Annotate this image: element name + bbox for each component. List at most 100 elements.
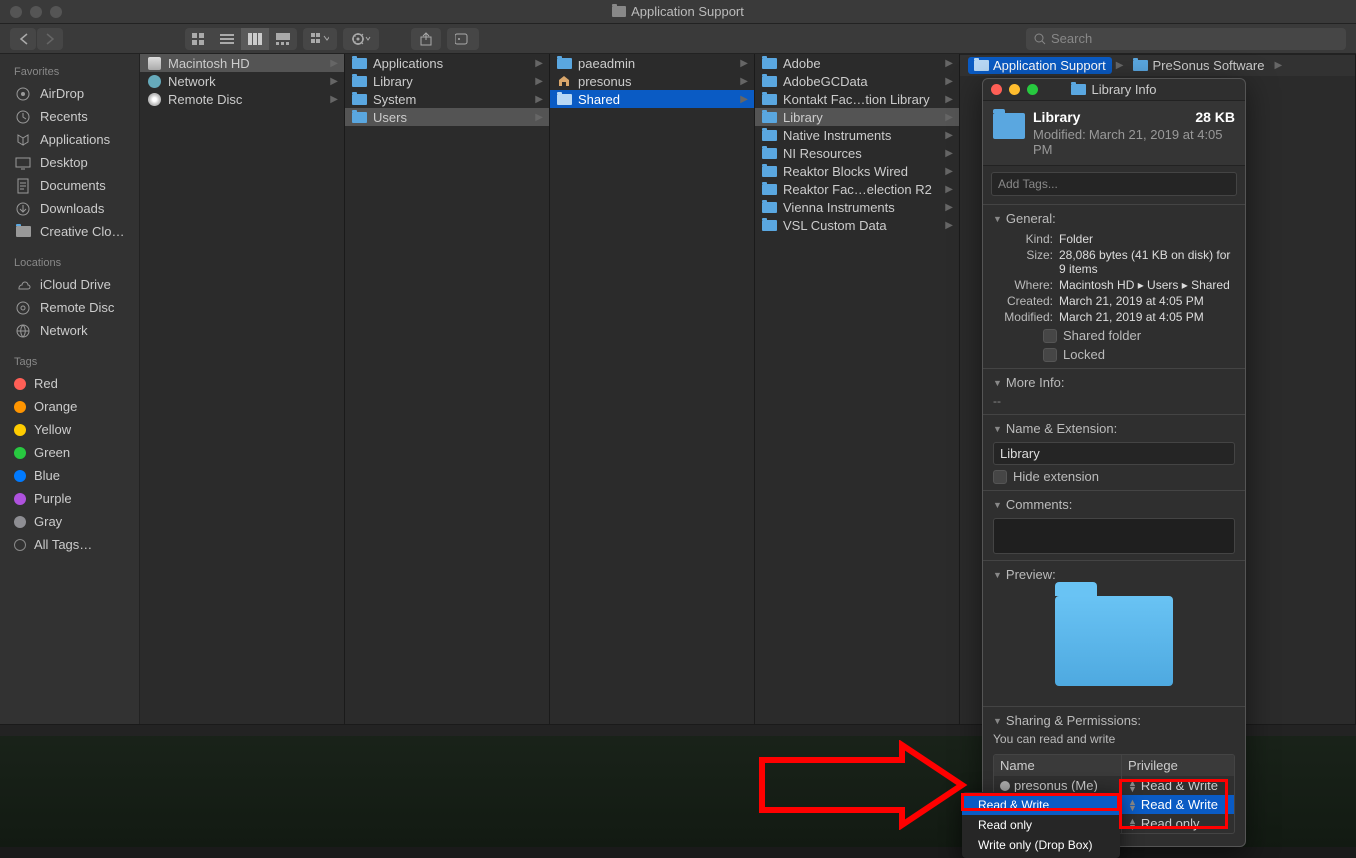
sidebar-item-purple[interactable]: Purple [0,487,139,510]
sharing-section-header[interactable]: ▼Sharing & Permissions: [993,713,1235,728]
gallery-view-button[interactable] [269,28,297,50]
sidebar-item-red[interactable]: Red [0,372,139,395]
sidebar-item-desktop[interactable]: Desktop [0,151,139,174]
chevron-right-icon: ▶ [535,58,543,69]
more-info-section-header[interactable]: ▼More Info: [993,375,1235,390]
preview-area [993,582,1235,700]
sidebar-item-airdrop[interactable]: AirDrop [0,82,139,105]
list-view-button[interactable] [213,28,241,50]
column-item[interactable]: VSL Custom Data▶ [755,216,959,234]
comments-input[interactable] [993,518,1235,554]
zoom-icon[interactable] [50,6,62,18]
sidebar-item-network[interactable]: Network [0,319,139,342]
column-item[interactable]: Library▶ [345,72,549,90]
updown-icon: ▲▼ [1128,780,1137,792]
tags-input[interactable]: Add Tags... [991,172,1237,196]
privilege-dropdown-menu[interactable]: Read & WriteRead onlyWrite only (Drop Bo… [962,792,1120,858]
sidebar-item-remotedisc[interactable]: Remote Disc [0,296,139,319]
column-item[interactable]: Reaktor Fac…election R2▶ [755,180,959,198]
column-item[interactable]: AdobeGCData▶ [755,72,959,90]
sidebar-item-yellow[interactable]: Yellow [0,418,139,441]
column-3[interactable]: paeadmin▶presonus▶Shared▶ [550,54,755,724]
permissions-privilege-header[interactable]: Privilege [1122,755,1234,776]
column-item[interactable]: Macintosh HD▶ [140,54,344,72]
column-item[interactable]: presonus▶ [550,72,754,90]
group-button[interactable] [303,28,337,50]
column-item[interactable]: Library▶ [755,108,959,126]
column-item[interactable]: Applications▶ [345,54,549,72]
column-item[interactable]: Kontakt Fac…tion Library▶ [755,90,959,108]
more-info-value: -- [993,394,1235,408]
sidebar-item-alltags[interactable]: All Tags… [0,533,139,556]
zoom-icon[interactable] [1027,84,1038,95]
column-item[interactable]: Users▶ [345,108,549,126]
action-button[interactable] [343,28,379,50]
column-item[interactable]: Network▶ [140,72,344,90]
titlebar[interactable]: Application Support [0,0,1356,24]
name-ext-section-header[interactable]: ▼Name & Extension: [993,421,1235,436]
name-input[interactable] [993,442,1235,465]
sidebar-item-green[interactable]: Green [0,441,139,464]
permissions-name-header[interactable]: Name [994,755,1122,776]
annotation-arrow [752,740,982,830]
icon-view-button[interactable] [185,28,213,50]
column-item[interactable]: Remote Disc▶ [140,90,344,108]
column-item[interactable]: Adobe▶ [755,54,959,72]
updown-icon: ▲▼ [1128,818,1137,830]
privilege-select[interactable]: ▲▼Read & Write [1122,795,1234,814]
privilege-menu-item[interactable]: Write only (Drop Box) [962,835,1120,855]
toolbar: Search [0,24,1356,54]
path-segment-presonus-software[interactable]: PreSonus Software [1127,57,1270,74]
column-item[interactable]: Native Instruments▶ [755,126,959,144]
privilege-select[interactable]: ▲▼Read only [1122,814,1234,833]
sidebar-item-documents[interactable]: Documents [0,174,139,197]
shared-folder-checkbox[interactable]: Shared folder [1043,328,1235,343]
info-kind: Folder [1059,232,1235,246]
traffic-lights[interactable] [10,6,62,18]
locked-checkbox[interactable]: Locked [1043,347,1235,362]
minimize-icon[interactable] [1009,84,1020,95]
column-item[interactable]: paeadmin▶ [550,54,754,72]
sidebar-item-orange[interactable]: Orange [0,395,139,418]
sidebar-item-recents[interactable]: Recents [0,105,139,128]
search-input[interactable]: Search [1026,28,1346,50]
privilege-menu-item[interactable]: Read only [962,815,1120,835]
privilege-menu-item[interactable]: Read & Write [962,795,1120,815]
column-1[interactable]: Macintosh HD▶Network▶Remote Disc▶ [140,54,345,724]
hide-extension-checkbox[interactable]: Hide extension [993,469,1235,484]
sidebar-item-creativeclo[interactable]: Creative Clo… [0,220,139,243]
path-bar[interactable]: Application Support ▶ PreSonus Software … [960,54,1355,76]
sidebar-item-applications[interactable]: Applications [0,128,139,151]
share-button[interactable] [411,28,441,50]
back-button[interactable] [10,28,36,50]
sidebar-item-iclouddrive[interactable]: iCloud Drive [0,273,139,296]
info-titlebar[interactable]: Library Info [983,79,1245,101]
column-4[interactable]: Adobe▶AdobeGCData▶Kontakt Fac…tion Libra… [755,54,960,724]
column-2[interactable]: Applications▶Library▶System▶Users▶ [345,54,550,724]
comments-section-header[interactable]: ▼Comments: [993,497,1235,512]
close-icon[interactable] [991,84,1002,95]
tag-button[interactable] [447,28,479,50]
path-segment-application-support[interactable]: Application Support [968,57,1112,74]
close-icon[interactable] [10,6,22,18]
column-item[interactable]: Reaktor Blocks Wired▶ [755,162,959,180]
column-view-button[interactable] [241,28,269,50]
sidebar-item-downloads[interactable]: Downloads [0,197,139,220]
tag-dot-icon [14,539,26,551]
chevron-right-icon: ▶ [330,94,338,105]
preview-section-header[interactable]: ▼Preview: [993,567,1235,582]
column-item[interactable]: NI Resources▶ [755,144,959,162]
tag-dot-icon [14,516,26,528]
column-item[interactable]: Vienna Instruments▶ [755,198,959,216]
column-item[interactable]: System▶ [345,90,549,108]
forward-button[interactable] [37,28,63,50]
privilege-select[interactable]: ▲▼Read & Write [1122,776,1234,795]
sidebar-item-blue[interactable]: Blue [0,464,139,487]
general-section-header[interactable]: ▼General: [993,211,1235,226]
view-switcher[interactable] [185,28,297,50]
sidebar-item-gray[interactable]: Gray [0,510,139,533]
disclosure-triangle-icon: ▼ [993,500,1002,510]
minimize-icon[interactable] [30,6,42,18]
tag-dot-icon [14,424,26,436]
column-item[interactable]: Shared▶ [550,90,754,108]
